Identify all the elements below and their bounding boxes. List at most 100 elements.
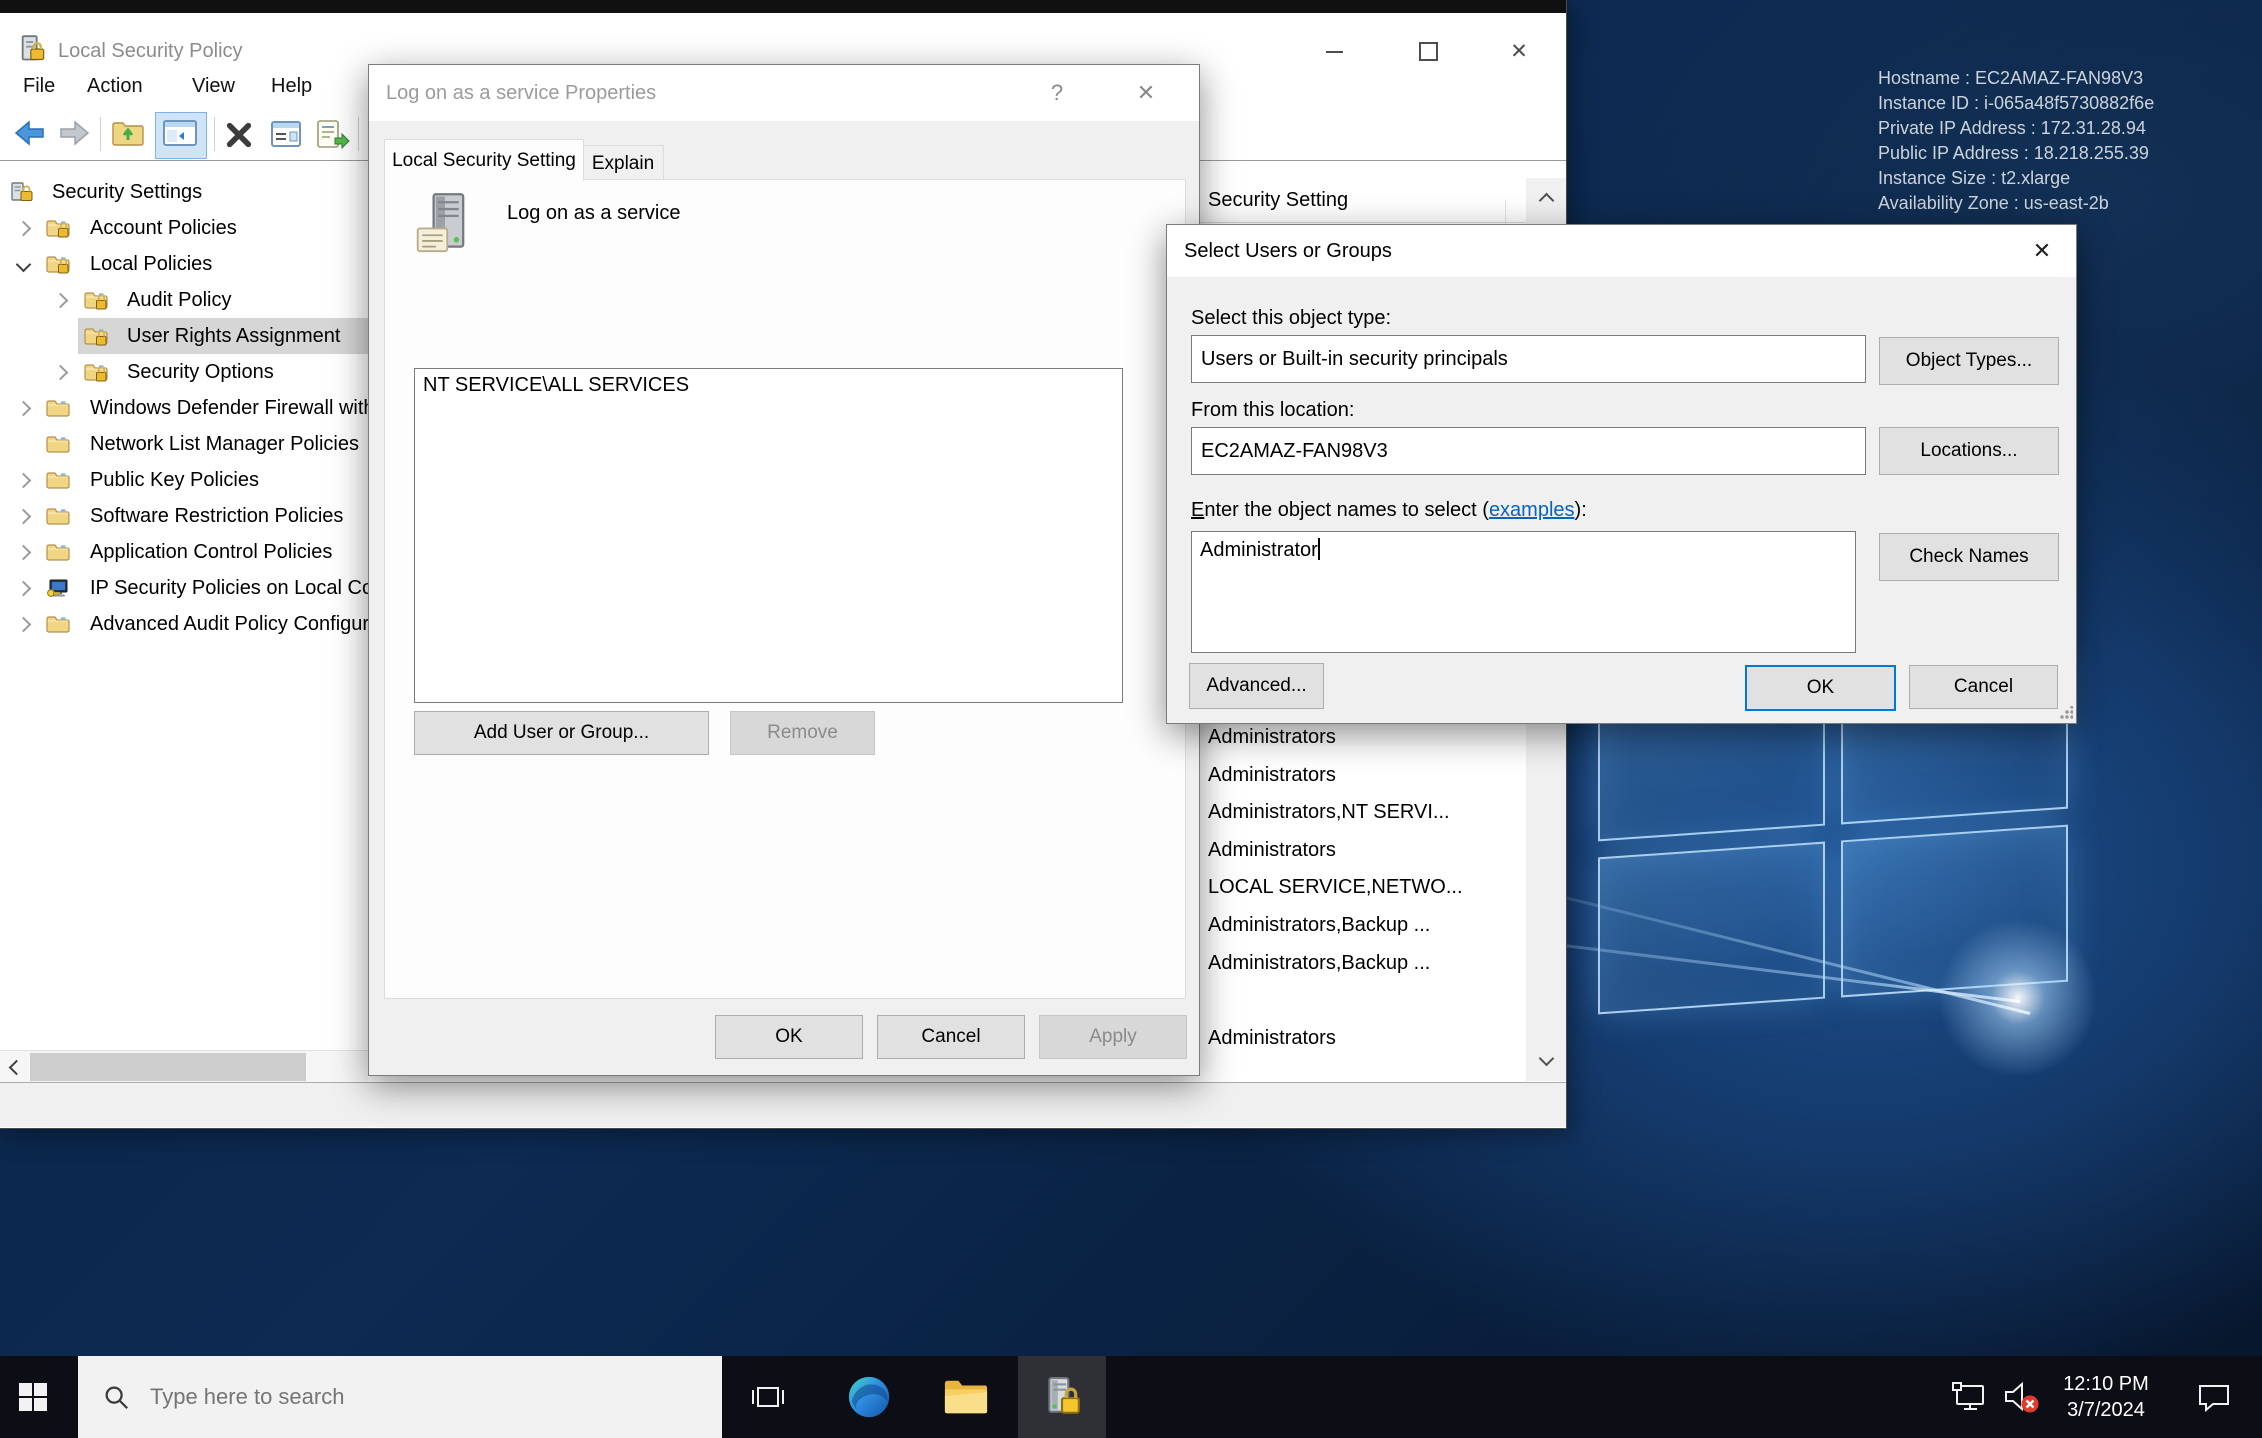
object-type-field[interactable]: Users or Built-in security principals bbox=[1191, 335, 1866, 383]
security-setting-value: Administrators,Backup ... bbox=[1208, 914, 1430, 936]
tab-explain[interactable]: Explain bbox=[582, 145, 664, 181]
tree-item-advanced-audit-policy-configuration[interactable]: Advanced Audit Policy Configuration bbox=[0, 606, 368, 642]
chevron-right-icon[interactable] bbox=[16, 581, 32, 597]
tree-item-public-key-policies[interactable]: Public Key Policies bbox=[0, 462, 368, 498]
ok-button[interactable]: OK bbox=[1745, 665, 1896, 711]
add-user-or-group-button[interactable]: Add User or Group... bbox=[414, 711, 709, 755]
list-row[interactable]: Administrators,NT SERVI... bbox=[1199, 793, 1526, 831]
ec2-info-line: Private IP Address : 172.31.28.94 bbox=[1878, 116, 2154, 141]
network-icon[interactable] bbox=[1946, 1356, 1992, 1438]
tab-local-security-setting[interactable]: Local Security Setting bbox=[384, 139, 584, 181]
chevron-down-icon[interactable] bbox=[16, 257, 32, 273]
scroll-left-arrow[interactable] bbox=[0, 1051, 30, 1083]
chevron-right-icon[interactable] bbox=[16, 401, 32, 417]
column-header-security-setting[interactable]: Security Setting bbox=[1199, 178, 1526, 223]
object-names-label: Enter the object names to select (exampl… bbox=[1191, 499, 1587, 522]
tree-item-windows-defender-firewall-with-advanced-security[interactable]: Windows Defender Firewall with Advanced … bbox=[0, 390, 368, 426]
cancel-button[interactable]: Cancel bbox=[877, 1015, 1025, 1059]
chevron-right-icon[interactable] bbox=[16, 473, 32, 489]
from-location-field[interactable]: EC2AMAZ-FAN98V3 bbox=[1191, 427, 1866, 475]
tree-item-security-options[interactable]: Security Options bbox=[0, 354, 368, 390]
scroll-up-arrow[interactable] bbox=[1526, 178, 1566, 218]
list-row[interactable]: Administrators bbox=[1199, 1019, 1526, 1057]
list-row[interactable]: Administrators,Backup ... bbox=[1199, 906, 1526, 944]
file-explorer-icon[interactable] bbox=[936, 1356, 996, 1438]
tree-item-audit-policy[interactable]: Audit Policy bbox=[0, 282, 368, 318]
task-view-button[interactable] bbox=[742, 1356, 794, 1438]
export-list-icon[interactable] bbox=[316, 119, 350, 154]
close-icon[interactable]: ✕ bbox=[1126, 65, 1166, 121]
menu-help[interactable]: Help bbox=[271, 64, 312, 108]
tree-item-security-settings[interactable]: Security Settings bbox=[0, 174, 368, 210]
folder-icon bbox=[46, 542, 70, 562]
tree-item-ip-security-policies-on-local-computer[interactable]: IP Security Policies on Local Computer bbox=[0, 570, 368, 606]
tree-item-account-policies[interactable]: Account Policies bbox=[0, 210, 368, 246]
scroll-down-arrow[interactable] bbox=[1526, 1041, 1566, 1081]
chevron-right-icon[interactable] bbox=[16, 509, 32, 525]
member-item[interactable]: NT SERVICE\ALL SERVICES bbox=[415, 369, 1122, 401]
check-names-button[interactable]: Check Names bbox=[1879, 533, 2059, 581]
ok-button[interactable]: OK bbox=[715, 1015, 863, 1059]
examples-link[interactable]: examples bbox=[1489, 499, 1575, 521]
object-type-label: Select this object type: bbox=[1191, 307, 1391, 330]
list-row[interactable]: LOCAL SERVICE,NETWO... bbox=[1199, 868, 1526, 906]
tree-item-label: Security Options bbox=[127, 354, 274, 390]
help-button[interactable]: ? bbox=[1037, 65, 1077, 121]
security-setting-value: LOCAL SERVICE,NETWO... bbox=[1208, 876, 1463, 898]
show-console-tree-toggle[interactable] bbox=[155, 112, 207, 159]
back-icon[interactable] bbox=[14, 119, 48, 152]
chevron-right-icon[interactable] bbox=[16, 545, 32, 561]
list-row[interactable]: Administrators bbox=[1199, 756, 1526, 794]
advanced-button[interactable]: Advanced... bbox=[1189, 663, 1324, 709]
chevron-right-icon[interactable] bbox=[16, 617, 32, 633]
dialog-titlebar[interactable]: Log on as a service Properties ? ✕ bbox=[369, 65, 1199, 121]
folder-icon bbox=[46, 398, 70, 418]
cancel-button[interactable]: Cancel bbox=[1909, 665, 2058, 709]
from-location-label: From this location: bbox=[1191, 399, 1354, 422]
export-folder-icon[interactable] bbox=[112, 119, 144, 152]
console-tree-pane: Security SettingsAccount PoliciesLocal P… bbox=[0, 161, 368, 1050]
taskbar-search[interactable] bbox=[78, 1356, 722, 1438]
taskbar-clock[interactable]: 12:10 PM 3/7/2024 bbox=[2046, 1356, 2166, 1438]
local-security-policy-taskbar-icon[interactable] bbox=[1018, 1356, 1106, 1438]
scrollbar-thumb[interactable] bbox=[30, 1053, 306, 1081]
close-icon[interactable]: ✕ bbox=[2019, 225, 2065, 277]
resize-grip[interactable] bbox=[2059, 706, 2073, 720]
object-types-button[interactable]: Object Types... bbox=[1879, 337, 2059, 385]
forward-icon[interactable] bbox=[56, 119, 90, 152]
remove-button[interactable]: Remove bbox=[730, 711, 875, 755]
action-center-icon[interactable] bbox=[2186, 1356, 2242, 1438]
ec2-info-line: Hostname : EC2AMAZ-FAN98V3 bbox=[1878, 66, 2154, 91]
dialog-titlebar[interactable]: Select Users or Groups ✕ bbox=[1167, 225, 2076, 277]
menu-file[interactable]: File bbox=[23, 64, 55, 108]
tree-item-network-list-manager-policies[interactable]: Network List Manager Policies bbox=[0, 426, 368, 462]
volume-muted-icon[interactable] bbox=[1996, 1356, 2044, 1438]
properties-icon[interactable] bbox=[270, 119, 302, 154]
delete-icon[interactable] bbox=[224, 121, 254, 154]
tree-item-user-rights-assignment[interactable]: User Rights Assignment bbox=[0, 318, 368, 354]
members-listbox[interactable]: NT SERVICE\ALL SERVICES bbox=[414, 368, 1123, 703]
locations-button[interactable]: Locations... bbox=[1879, 427, 2059, 475]
window-titlebar[interactable]: Local Security Policy ✕ bbox=[0, 13, 1566, 64]
tree-item-software-restriction-policies[interactable]: Software Restriction Policies bbox=[0, 498, 368, 534]
menu-action[interactable]: Action bbox=[87, 64, 143, 108]
logo-pane bbox=[1598, 842, 1825, 1015]
tree-item-label: Security Settings bbox=[52, 174, 202, 210]
tree-item-local-policies[interactable]: Local Policies bbox=[0, 246, 368, 282]
edge-browser-icon[interactable] bbox=[840, 1356, 898, 1438]
tree-item-application-control-policies[interactable]: Application Control Policies bbox=[0, 534, 368, 570]
list-row[interactable]: Administrators,Backup ... bbox=[1199, 944, 1526, 982]
chevron-right-icon[interactable] bbox=[53, 293, 69, 309]
dialog-title: Select Users or Groups bbox=[1184, 225, 1392, 277]
start-button[interactable] bbox=[0, 1356, 66, 1438]
chevron-right-icon[interactable] bbox=[16, 221, 32, 237]
chevron-right-icon[interactable] bbox=[53, 365, 69, 381]
object-names-input[interactable]: Administrator bbox=[1191, 531, 1856, 653]
apply-button[interactable]: Apply bbox=[1039, 1015, 1187, 1059]
list-row[interactable]: Administrators bbox=[1199, 831, 1526, 869]
horizontal-scrollbar[interactable] bbox=[0, 1050, 368, 1083]
ec2-instance-info: Hostname : EC2AMAZ-FAN98V3Instance ID : … bbox=[1878, 66, 2154, 216]
ec2-info-line: Availability Zone : us-east-2b bbox=[1878, 191, 2154, 216]
search-input[interactable] bbox=[148, 1383, 632, 1411]
menu-view[interactable]: View bbox=[192, 64, 235, 108]
